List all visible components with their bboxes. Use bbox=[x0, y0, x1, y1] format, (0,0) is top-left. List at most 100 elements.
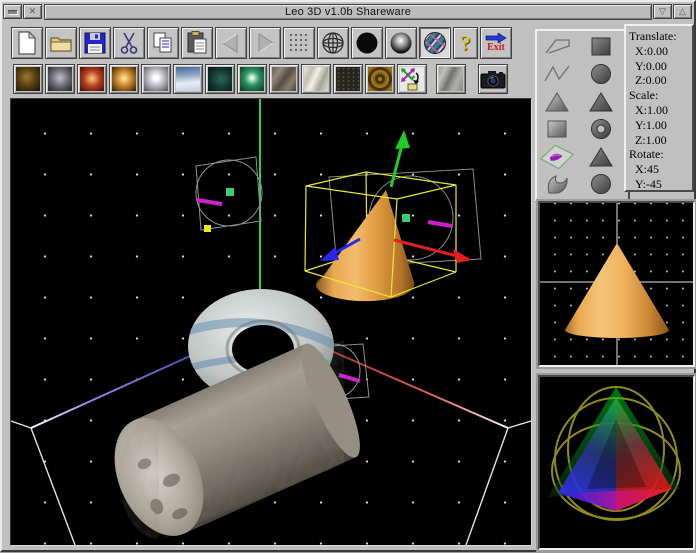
torus-primitive-tool[interactable] bbox=[583, 117, 619, 141]
color-space-panel[interactable] bbox=[538, 375, 695, 550]
window-title: Leo 3D v1.0b Shareware bbox=[44, 4, 652, 20]
texture-swatch-white-marble[interactable] bbox=[301, 64, 331, 94]
snapshot-button[interactable] bbox=[478, 64, 508, 94]
copy-button[interactable] bbox=[147, 27, 179, 59]
translate-y: Y:0.00 bbox=[629, 59, 692, 74]
help-button[interactable]: ? bbox=[453, 27, 478, 59]
texture-swatch-teal-marble[interactable] bbox=[205, 64, 235, 94]
curve-tool[interactable] bbox=[539, 172, 575, 196]
shaded-render-icon bbox=[389, 31, 413, 55]
plane-with-circle-upper[interactable] bbox=[196, 157, 262, 232]
sphere-primitive-tool[interactable] bbox=[583, 62, 619, 86]
raise-window-button[interactable]: △ bbox=[673, 4, 692, 19]
points-render-button[interactable] bbox=[283, 27, 315, 59]
scale-header: Scale: bbox=[629, 88, 692, 103]
cube-primitive-icon bbox=[587, 35, 615, 59]
new-button[interactable] bbox=[11, 27, 43, 59]
scale-y: Y:1.00 bbox=[629, 118, 692, 133]
cone-primitive-tool[interactable] bbox=[583, 90, 619, 114]
texture-swatch-gold[interactable] bbox=[109, 64, 139, 94]
square-tool-icon bbox=[543, 117, 571, 141]
pyramid-primitive-tool[interactable] bbox=[583, 145, 619, 169]
textured-render-button[interactable] bbox=[419, 27, 451, 59]
exit-button[interactable]: Exit bbox=[480, 27, 512, 59]
texture-swatch-steel[interactable] bbox=[45, 64, 75, 94]
cone-front-view bbox=[565, 243, 669, 338]
scale-z: Z:1.00 bbox=[629, 133, 692, 148]
main-3d-viewport[interactable] bbox=[10, 98, 532, 546]
sphere-primitive-icon bbox=[587, 62, 615, 86]
open-button[interactable] bbox=[45, 27, 77, 59]
raise-window-icon: △ bbox=[679, 7, 686, 16]
polyline-tool-icon bbox=[543, 35, 571, 59]
points-render-icon bbox=[288, 32, 310, 54]
triangle-tool[interactable] bbox=[539, 90, 575, 114]
close-icon: ✕ bbox=[29, 7, 37, 16]
wireframe-render-button[interactable] bbox=[317, 27, 349, 59]
texture-thumb bbox=[80, 67, 104, 91]
texture-swatch-bronze[interactable] bbox=[13, 64, 43, 94]
translate-header: Translate: bbox=[629, 29, 692, 44]
translate-x: X:0.00 bbox=[629, 44, 692, 59]
material-brush-tool-icon bbox=[539, 142, 575, 172]
close-button[interactable]: ✕ bbox=[23, 4, 42, 19]
rotate-y: Y:-45 bbox=[629, 177, 692, 192]
texture-thumb bbox=[176, 67, 200, 91]
system-menu-button[interactable] bbox=[3, 4, 22, 19]
back-arrow-icon bbox=[220, 32, 242, 54]
texture-swatch-tan-marble[interactable] bbox=[269, 64, 299, 94]
material-brush-tool[interactable] bbox=[539, 145, 575, 169]
texture-swatch-speckle[interactable] bbox=[333, 64, 363, 94]
cone-object[interactable] bbox=[316, 190, 414, 301]
rotate-x: X:45 bbox=[629, 162, 692, 177]
texture-thumb bbox=[48, 67, 72, 91]
texture-swatch-emerald[interactable] bbox=[237, 64, 267, 94]
apply-texture-icon bbox=[400, 67, 424, 91]
texture-swatch-silver[interactable] bbox=[141, 64, 171, 94]
texture-swatch-gold-rings[interactable] bbox=[365, 64, 395, 94]
save-button[interactable] bbox=[79, 27, 111, 59]
translate-z: Z:0.00 bbox=[629, 73, 692, 88]
texture-thumb bbox=[272, 67, 296, 91]
rotate-header: Rotate: bbox=[629, 147, 692, 162]
texture-swatch-gray-marble[interactable] bbox=[436, 64, 466, 94]
forward-button[interactable] bbox=[249, 27, 281, 59]
exit-label: Exit bbox=[487, 43, 505, 53]
cube-primitive-tool[interactable] bbox=[583, 35, 619, 59]
zigzag-tool-icon bbox=[543, 62, 571, 86]
texture-thumb bbox=[304, 67, 328, 91]
cut-scissors-icon bbox=[119, 31, 139, 55]
ellipsoid-primitive-icon bbox=[587, 172, 615, 196]
cut-button[interactable] bbox=[113, 27, 145, 59]
texture-swatch-sky[interactable] bbox=[173, 64, 203, 94]
texture-swatch-rust[interactable] bbox=[77, 64, 107, 94]
paste-button[interactable] bbox=[181, 27, 213, 59]
texture-toolbar bbox=[13, 63, 510, 95]
front-view-panel[interactable] bbox=[538, 201, 695, 367]
texture-thumb bbox=[368, 67, 392, 91]
lower-window-button[interactable]: ▽ bbox=[653, 4, 672, 19]
texture-thumb bbox=[16, 67, 40, 91]
texture-thumb bbox=[208, 67, 232, 91]
solid-render-button[interactable] bbox=[351, 27, 383, 59]
wireframe-render-icon bbox=[321, 31, 345, 55]
square-tool[interactable] bbox=[539, 117, 575, 141]
apply-texture-button[interactable] bbox=[397, 64, 427, 94]
camera-icon bbox=[480, 68, 506, 90]
lower-window-icon: ▽ bbox=[659, 7, 666, 16]
zigzag-tool[interactable] bbox=[539, 62, 575, 86]
back-button[interactable] bbox=[215, 27, 247, 59]
solid-render-icon bbox=[355, 31, 379, 55]
polyline-tool[interactable] bbox=[539, 35, 575, 59]
forward-arrow-icon bbox=[254, 32, 276, 54]
open-folder-icon bbox=[49, 33, 73, 53]
new-document-icon bbox=[16, 31, 38, 55]
scale-x: X:1.00 bbox=[629, 103, 692, 118]
shaded-render-button[interactable] bbox=[385, 27, 417, 59]
torus-primitive-icon bbox=[587, 117, 615, 141]
texture-thumb bbox=[439, 67, 463, 91]
cone-primitive-icon bbox=[587, 90, 615, 114]
texture-thumb bbox=[144, 67, 168, 91]
ellipsoid-primitive-tool[interactable] bbox=[583, 172, 619, 196]
transform-info-panel: Translate: X:0.00 Y:0.00 Z:0.00 Scale: X… bbox=[624, 24, 694, 192]
